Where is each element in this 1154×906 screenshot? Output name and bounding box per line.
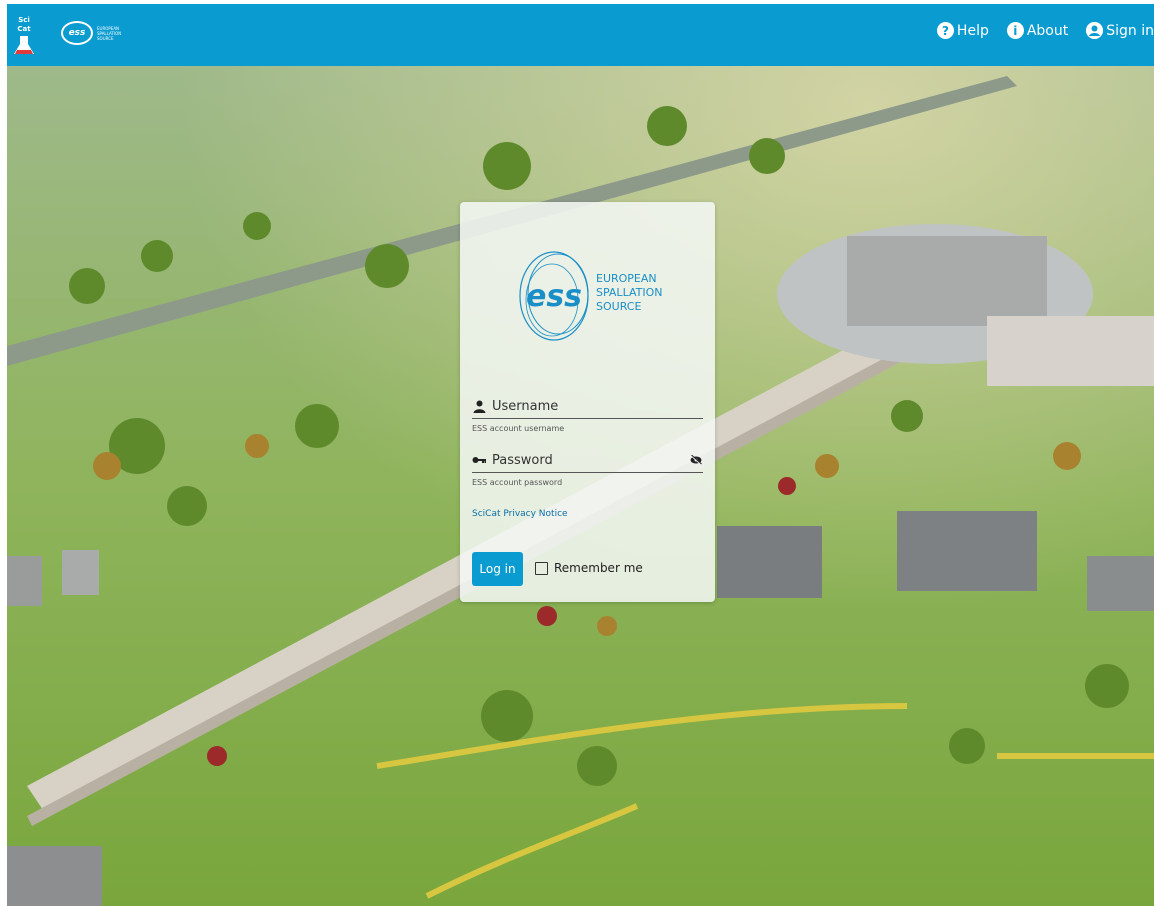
help-label: Help <box>956 22 989 39</box>
nav-links: ? Help i About Sign in <box>936 22 1154 39</box>
login-button[interactable]: Log in <box>472 552 523 586</box>
username-hint: ESS account username <box>472 424 565 433</box>
svg-text:Cat: Cat <box>17 25 31 33</box>
ess-brand-text: EUROPEAN SPALLATION SOURCE <box>97 25 122 41</box>
login-card: ess EUROPEAN SPALLATION SOURCE Username … <box>460 202 715 602</box>
info-circle-icon: i <box>1006 22 1024 39</box>
ess-logo: ess EUROPEAN SPALLATION SOURCE <box>519 251 662 341</box>
ess-logo-line-2: SPALLATION <box>596 286 662 299</box>
app-frame: Sci Cat ess EUROPEAN SPALLATION SOURCE ?… <box>7 4 1154 906</box>
account-circle-icon <box>1086 22 1104 39</box>
scicat-logo[interactable]: Sci Cat <box>11 10 37 58</box>
password-label: Password <box>492 452 553 468</box>
about-link[interactable]: i About <box>1006 22 1069 39</box>
visibility-off-icon[interactable] <box>689 455 703 465</box>
top-toolbar: Sci Cat ess EUROPEAN SPALLATION SOURCE ?… <box>7 4 1154 66</box>
ess-logo-line-3: SOURCE <box>596 300 641 313</box>
help-link[interactable]: ? Help <box>936 22 989 39</box>
ess-oval-icon: ess <box>61 21 93 45</box>
remember-me-checkbox[interactable]: Remember me <box>535 561 643 575</box>
sign-in-link[interactable]: Sign in <box>1086 22 1154 39</box>
username-label: Username <box>492 398 559 414</box>
remember-me-label: Remember me <box>554 561 643 575</box>
checkbox-box[interactable] <box>535 561 548 575</box>
ess-logo-line-1: EUROPEAN <box>596 272 657 285</box>
password-field[interactable]: Password ESS account password <box>472 448 703 487</box>
sign-in-label: Sign in <box>1106 22 1154 39</box>
username-field[interactable]: Username ESS account username <box>472 394 703 433</box>
person-icon <box>472 400 486 413</box>
key-icon <box>472 455 486 465</box>
ess-logo-abbrev: ess <box>526 279 582 314</box>
about-label: About <box>1026 22 1069 39</box>
ess-brand-logo[interactable]: ess EUROPEAN SPALLATION SOURCE <box>61 14 121 52</box>
svg-text:Sci: Sci <box>18 16 30 24</box>
help-circle-icon: ? <box>936 22 954 39</box>
password-hint: ESS account password <box>472 478 563 487</box>
privacy-notice-link[interactable]: SciCat Privacy Notice <box>472 509 568 519</box>
